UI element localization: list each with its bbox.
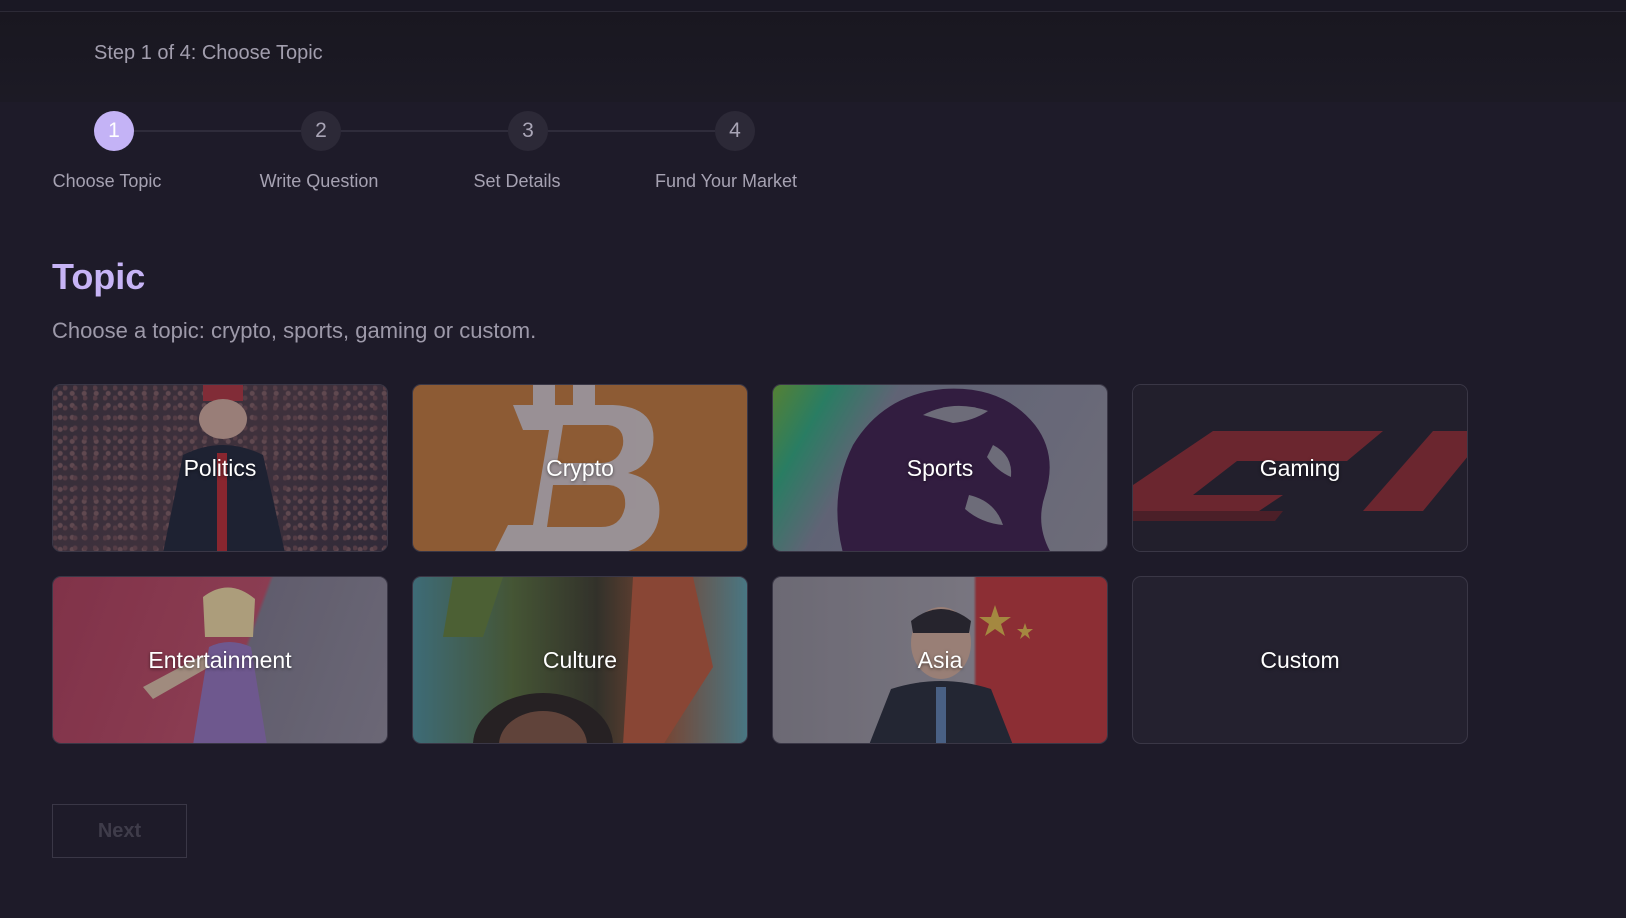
step-1-label: Choose Topic	[52, 171, 162, 191]
step-1-indicator[interactable]: 1	[94, 111, 134, 151]
topic-label: Asia	[917, 646, 963, 673]
step-caption: Step 1 of 4: Choose Topic	[94, 42, 323, 64]
top-border	[0, 0, 1626, 12]
topic-tile-custom[interactable]: Custom	[1132, 576, 1468, 744]
topic-label: Crypto	[546, 454, 614, 481]
step-2-label: Write Question	[259, 171, 379, 191]
step-2-indicator[interactable]: 2	[301, 111, 341, 151]
topic-tile-gaming[interactable]: Gaming	[1132, 384, 1468, 552]
topic-label: Politics	[183, 454, 257, 481]
stepper-connector	[133, 130, 301, 132]
next-button[interactable]: Next	[52, 804, 187, 858]
page-title: Topic	[52, 256, 146, 297]
step-3-label: Set Details	[473, 171, 561, 191]
topic-tile-culture[interactable]: Culture	[412, 576, 748, 744]
topic-label: Entertainment	[148, 646, 292, 673]
topic-tile-politics[interactable]: Politics	[52, 384, 388, 552]
step-3-indicator[interactable]: 3	[508, 111, 548, 151]
topic-tile-entertainment[interactable]: Entertainment	[52, 576, 388, 744]
topic-label: Gaming	[1259, 454, 1341, 481]
step-4-label: Fund Your Market	[654, 171, 798, 191]
stepper-connector	[340, 130, 508, 132]
topic-tile-sports[interactable]: Sports	[772, 384, 1108, 552]
page-subtitle: Choose a topic: crypto, sports, gaming o…	[52, 318, 537, 343]
step-4-indicator[interactable]: 4	[715, 111, 755, 151]
topic-tile-asia[interactable]: Asia	[772, 576, 1108, 744]
topic-label: Culture	[542, 646, 618, 673]
topic-tile-crypto[interactable]: Crypto	[412, 384, 748, 552]
topic-label: Sports	[906, 454, 974, 481]
topic-label: Custom	[1260, 646, 1340, 673]
stepper-connector	[547, 130, 715, 132]
